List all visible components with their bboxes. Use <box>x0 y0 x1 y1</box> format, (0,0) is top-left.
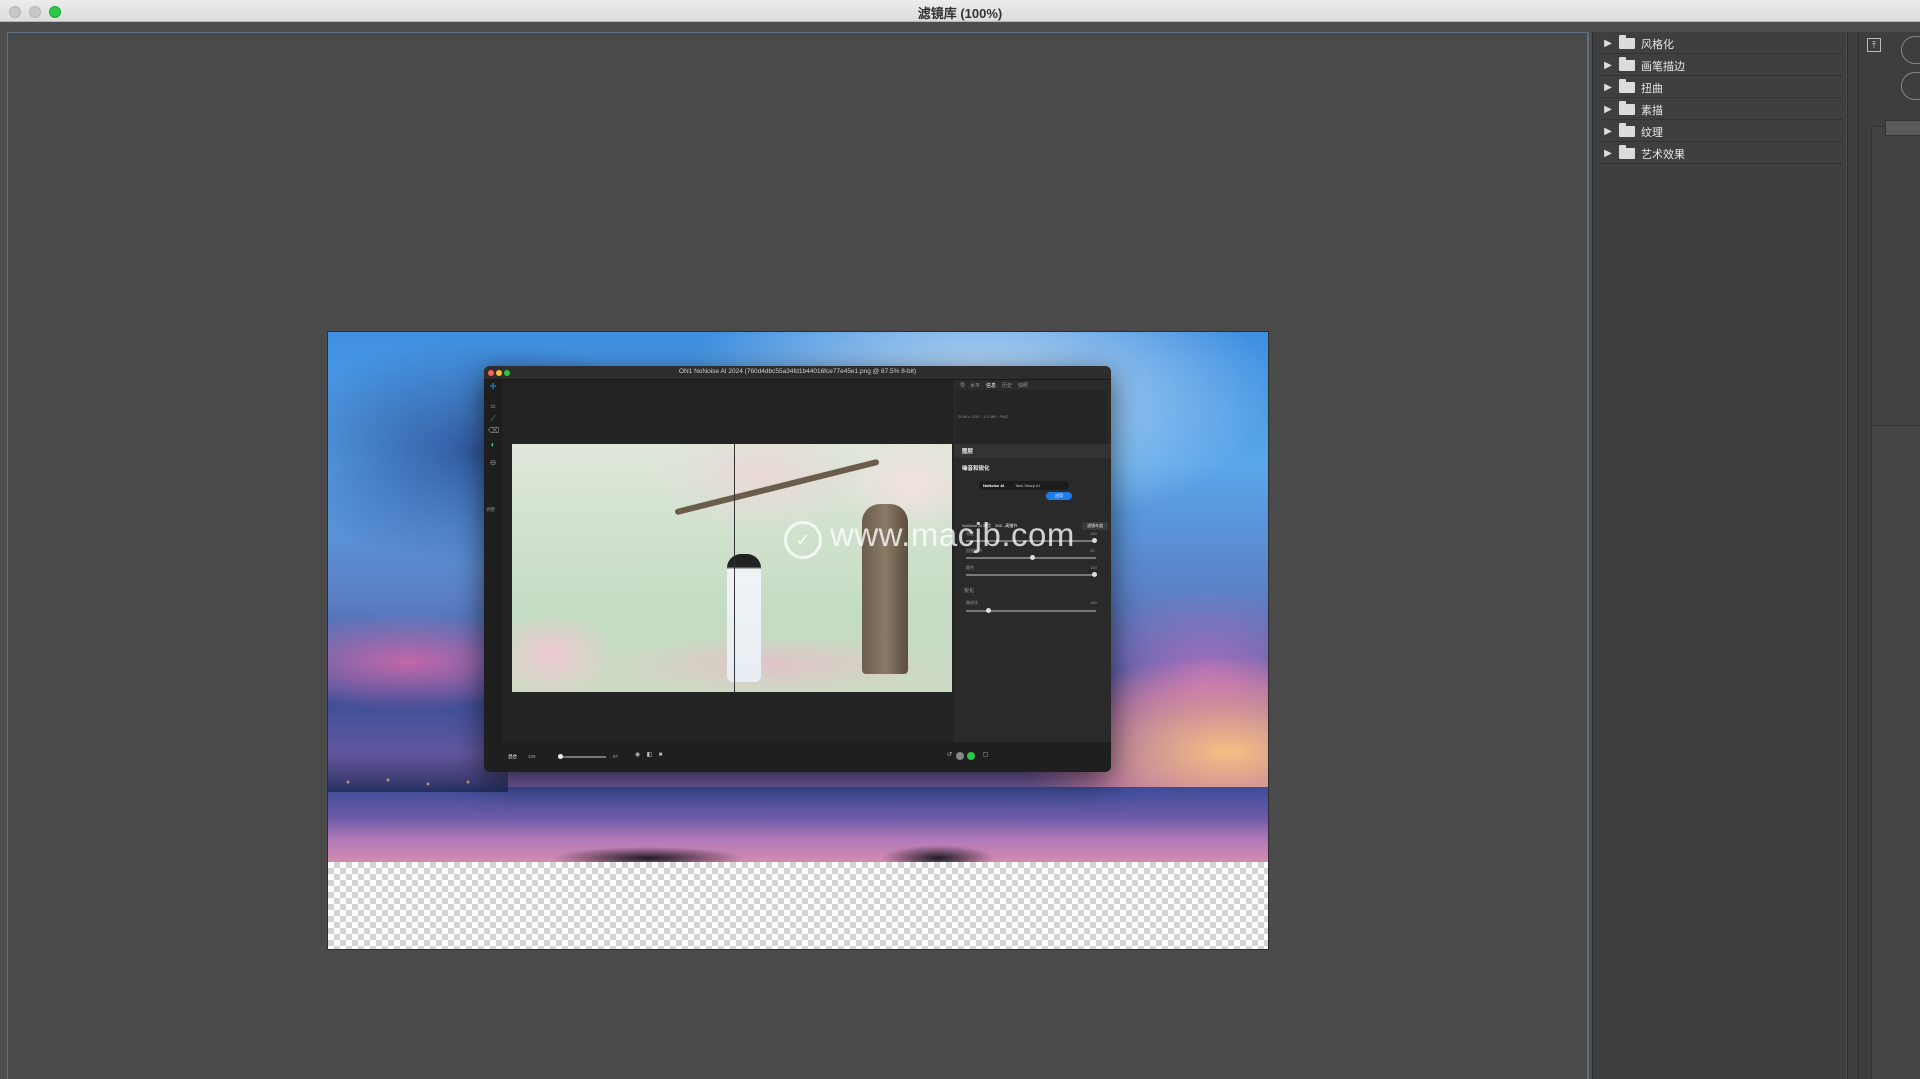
noise-section: 噪音和锐化 <box>954 461 1111 475</box>
slider4-knob <box>986 608 991 613</box>
info-text: 2048 x 1150 · 3.5 MB · PNG <box>958 414 1009 419</box>
folder-icon <box>1619 145 1635 159</box>
filter-folder-label: 画笔描边 <box>1641 60 1685 73</box>
filter-folder-stylize[interactable]: ▶ 风格化 <box>1601 34 1843 54</box>
filter-folder-label: 纹理 <box>1641 126 1663 139</box>
window-titlebar: 滤镜库 (100%) <box>0 0 1920 22</box>
slider3-value: 100 <box>1090 565 1097 570</box>
slider3-knob <box>1092 572 1097 577</box>
filter-folder-distort[interactable]: ▶ 扭曲 <box>1601 78 1843 98</box>
tab-snapshot: 快照 <box>1018 383 1029 389</box>
undo-icon: ↺ <box>946 752 953 758</box>
expand-arrow-icon[interactable]: ▶ <box>1601 148 1615 159</box>
adjust-tool-icon: ⊖ <box>489 458 497 467</box>
on1-bottom-bar: 混合 100 87 ◉ ◧ ■ ↺ ▢ <box>484 742 1111 772</box>
panel-toggle-icon: ▢ <box>982 752 989 758</box>
folder-icon <box>1619 101 1635 115</box>
blend-mode: 混合 <box>508 754 517 759</box>
folder-icon <box>1619 79 1635 93</box>
blend-slider-knob <box>558 754 563 759</box>
ok-button[interactable] <box>1901 36 1920 64</box>
pill-nonoise: NoNoise AI <box>983 483 1005 488</box>
folder-icon <box>1619 35 1635 49</box>
tab-info: 信息 <box>986 383 997 389</box>
ai-mode-pill: NoNoise AI Tack Sharp AI <box>979 481 1069 490</box>
window-title: 滤镜库 (100%) <box>917 6 1003 21</box>
blend-slider <box>558 754 606 759</box>
slider2 <box>966 555 1096 560</box>
slider4-value: 100 <box>1090 600 1097 605</box>
brush-tool-icon: ⟋ <box>490 414 496 423</box>
filter-folder-brush-strokes[interactable]: ▶ 画笔描边 <box>1601 56 1843 76</box>
girl-figure <box>727 554 761 682</box>
filter-select-dropdown[interactable] <box>1885 120 1920 136</box>
crop-tool-icon: ⌗ <box>490 402 496 411</box>
filter-options-area <box>1871 126 1920 442</box>
eraser-tool-icon: ⌫ <box>488 426 500 435</box>
slider4 <box>966 608 1096 613</box>
eye-icon: ◉ <box>634 752 641 758</box>
slider1-value: 100 <box>1090 531 1097 536</box>
filter-lane-button: 滤镜车道 <box>1082 522 1108 530</box>
on1-right-panel: 导 水平 信息 历史 快照 2048 x 1150 · 3.5 MB · PNG… <box>954 380 1111 742</box>
filter-folder-texture[interactable]: ▶ 纹理 <box>1601 122 1843 142</box>
on1-toolbar: ✛ ⌗ ⟋ ⌫ ◐ ⊖ 调整 <box>484 380 502 742</box>
refine-tool-icon: ◐ <box>490 440 496 449</box>
slider4-label: 微锐化 <box>966 600 978 605</box>
compare-icon: ◧ <box>646 752 653 758</box>
slider3 <box>966 572 1097 577</box>
slider2-value: 30 <box>1090 548 1095 553</box>
expand-arrow-icon[interactable]: ▶ <box>1601 126 1615 137</box>
slider3-label: 颜色 <box>966 565 974 570</box>
compare-split-line <box>734 444 735 692</box>
sharpen-section: 锐化 <box>964 588 975 594</box>
tab-level: 水平 <box>970 383 981 389</box>
filter-folder-label: 素描 <box>1641 104 1663 117</box>
effect-layers-area <box>1871 425 1920 1079</box>
filter-folder-label: 风格化 <box>1641 38 1674 51</box>
apply-badge: 应用 <box>1046 492 1072 500</box>
folder-icon <box>1619 123 1635 137</box>
rocks <box>548 840 1028 862</box>
watermark-logo-icon: ✓ <box>784 521 822 559</box>
slider2-knob <box>1030 555 1035 560</box>
filter-folder-label: 扭曲 <box>1641 82 1663 95</box>
layers-section: 图层 <box>954 444 1111 458</box>
on1-tabs: 导 水平 信息 历史 快照 <box>954 380 1111 390</box>
expand-arrow-icon[interactable]: ▶ <box>1601 104 1615 115</box>
tool-label: 调整 <box>486 507 495 512</box>
expand-arrow-icon[interactable]: ▶ <box>1601 82 1615 93</box>
blend-opacity: 100 <box>528 754 536 759</box>
on1-title: ON1 NoNoise AI 2024 (760d4dbc55a34fd1b44… <box>678 368 917 375</box>
info-box: 2048 x 1150 · 3.5 MB · PNG <box>956 390 1107 444</box>
expand-arrow-icon[interactable]: ▶ <box>1601 38 1615 49</box>
tree-branch <box>674 458 880 516</box>
on1-titlebar: ON1 NoNoise AI 2024 (760d4dbc55a34fd1b44… <box>484 366 1111 380</box>
folder-icon <box>1619 57 1635 71</box>
filter-settings-panel: ⤒ <box>1847 32 1920 1079</box>
cancel-button[interactable] <box>1901 72 1920 100</box>
filter-folder-label: 艺术效果 <box>1641 148 1685 161</box>
slider1-knob <box>1092 538 1097 543</box>
panel-divider <box>1858 32 1859 1079</box>
confirm-icon <box>967 752 975 760</box>
on1-window-screenshot: ON1 NoNoise AI 2024 (760d4dbc55a34fd1b44… <box>484 366 1111 772</box>
move-tool-icon: ✛ <box>489 382 497 391</box>
cancel-icon <box>956 752 964 760</box>
tab-history: 历史 <box>1002 383 1013 389</box>
watermark-text: www.macjb.com <box>830 516 1075 553</box>
expand-arrow-icon[interactable]: ▶ <box>1601 60 1615 71</box>
cherry-blossom-image <box>512 444 952 692</box>
view-icon: ■ <box>658 752 663 758</box>
filter-folder-sketch[interactable]: ▶ 素描 <box>1601 100 1843 120</box>
city-lights <box>328 752 508 792</box>
transparent-area <box>328 862 1268 949</box>
tab-nav: 导 <box>960 383 966 389</box>
collapse-panel-icon[interactable]: ⤒ <box>1867 38 1881 52</box>
pill-tacksharp: Tack Sharp AI <box>1015 483 1040 488</box>
blend-value: 87 <box>613 754 619 759</box>
filter-folder-artistic[interactable]: ▶ 艺术效果 <box>1601 144 1843 164</box>
filter-gallery-panel: ▶ 风格化 ▶ 画笔描边 ▶ 扭曲 ▶ 素描 ▶ 纹理 ▶ 艺术效果 <box>1592 32 1846 1079</box>
